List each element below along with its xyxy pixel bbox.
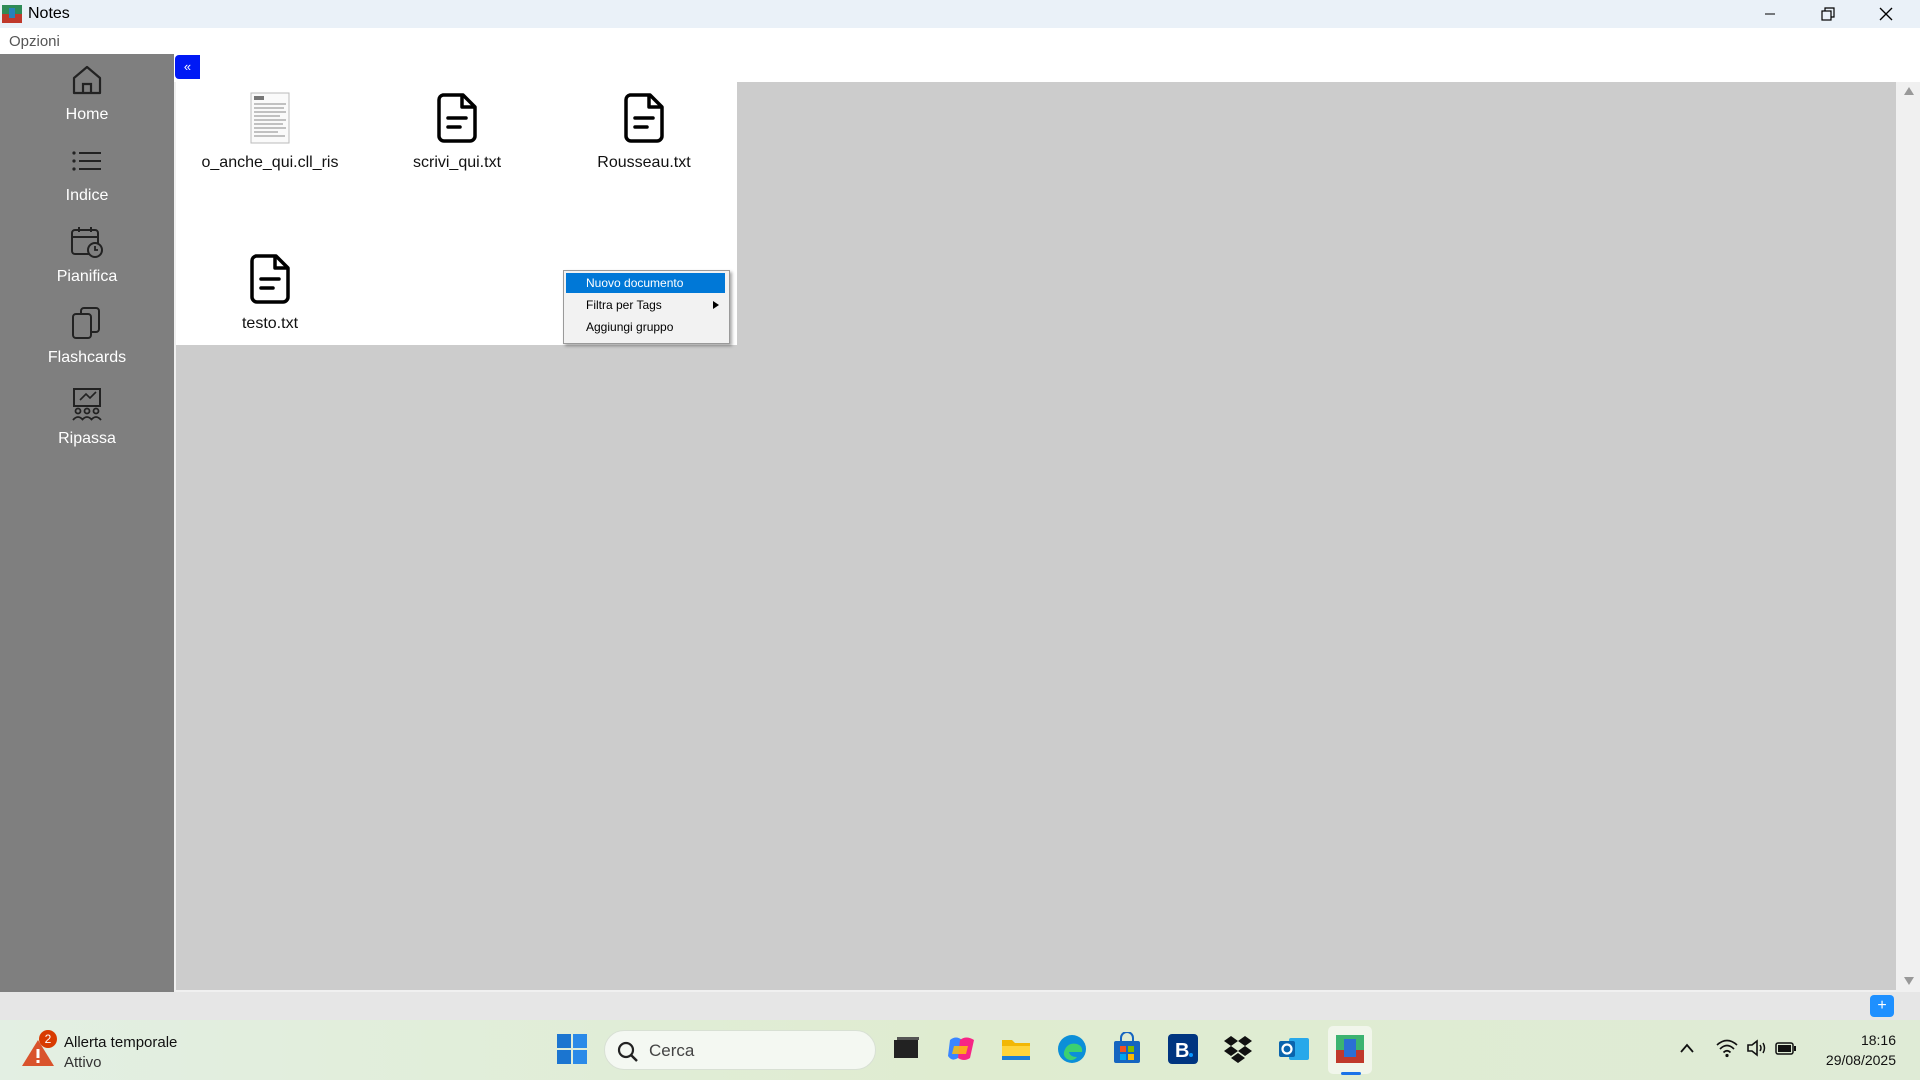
sidebar-item-home[interactable]: Home	[0, 62, 174, 138]
text-file-icon	[250, 254, 290, 304]
file-name: Rousseau.txt	[597, 154, 691, 171]
sidebar-item-label: Pianifica	[56, 268, 118, 285]
system-clock[interactable]: 18:16 29/08/2025	[1812, 1030, 1896, 1070]
taskbar-search[interactable]: Cerca	[604, 1030, 876, 1070]
notification-badge: 2	[39, 1030, 57, 1048]
context-menu-add-group[interactable]: Aggiungi gruppo	[566, 317, 725, 337]
submenu-arrow-icon	[713, 301, 719, 309]
app-logo-icon	[2, 5, 22, 23]
sidebar-item-label: Flashcards	[47, 349, 127, 366]
close-button[interactable]	[1857, 0, 1915, 28]
collapse-sidebar-button[interactable]: «	[175, 55, 200, 79]
weather-title: Allerta temporale	[64, 1034, 178, 1051]
active-app-indicator	[1341, 1072, 1361, 1075]
file-item[interactable]: testo.txt	[180, 253, 360, 333]
file-item[interactable]: Rousseau.txt	[554, 92, 734, 172]
windows-start-icon[interactable]	[555, 1032, 589, 1066]
restore-icon	[1821, 7, 1835, 21]
add-button[interactable]: +	[1870, 995, 1894, 1017]
clock-date: 29/08/2025	[1825, 1052, 1896, 1068]
scroll-up-icon	[1904, 87, 1914, 95]
title-bar: Notes	[0, 0, 1920, 28]
search-icon	[617, 1041, 638, 1062]
sidebar-item-indice[interactable]: Indice	[0, 143, 174, 219]
sidebar-item-label: Home	[65, 106, 109, 123]
file-name: o_anche_qui.cll_ris	[201, 154, 339, 171]
window-title: Notes	[28, 5, 70, 22]
restore-button[interactable]	[1799, 0, 1857, 28]
task-view-icon[interactable]	[889, 1032, 923, 1066]
context-menu: Nuovo documento Filtra per Tags Aggiungi…	[563, 270, 730, 344]
wifi-icon[interactable]	[1716, 1038, 1738, 1058]
search-placeholder: Cerca	[649, 1041, 695, 1060]
clock-time: 18:16	[1860, 1032, 1896, 1048]
svg-text:B: B	[1175, 1040, 1189, 1062]
calendar-clock-icon	[71, 227, 103, 258]
sidebar-item-pianifica[interactable]: Pianifica	[0, 224, 174, 300]
home-icon	[72, 65, 102, 95]
context-menu-new-document[interactable]: Nuovo documento	[566, 273, 725, 293]
edge-browser-icon[interactable]	[1055, 1032, 1089, 1066]
status-strip	[0, 992, 1920, 1020]
weather-status: Attivo	[64, 1054, 102, 1071]
weather-widget[interactable]: 2 Allerta temporale Attivo	[20, 1030, 190, 1074]
file-explorer-icon[interactable]	[999, 1032, 1033, 1066]
minimize-button[interactable]	[1741, 0, 1799, 28]
chevron-up-icon[interactable]	[1679, 1042, 1695, 1054]
sidebar-item-label: Indice	[65, 187, 109, 204]
cards-icon	[72, 307, 100, 339]
file-name: testo.txt	[241, 315, 299, 332]
menu-options[interactable]: Opzioni	[9, 33, 60, 50]
notes-app-icon[interactable]	[1333, 1032, 1367, 1066]
copilot-icon[interactable]	[944, 1032, 978, 1066]
context-menu-filter-tags[interactable]: Filtra per Tags	[566, 295, 725, 315]
outlook-icon[interactable]	[1277, 1032, 1311, 1066]
close-icon	[1879, 7, 1893, 21]
sidebar-item-ripassa[interactable]: Ripassa	[0, 386, 174, 462]
text-file-icon	[437, 93, 477, 143]
file-name: scrivi_qui.txt	[412, 154, 502, 171]
list-icon	[72, 151, 101, 171]
taskbar: 2 Allerta temporale Attivo Cerca B 18:16…	[0, 1020, 1920, 1080]
minimize-icon	[1765, 13, 1775, 15]
microsoft-store-icon[interactable]	[1110, 1032, 1144, 1066]
dropbox-icon[interactable]	[1221, 1032, 1255, 1066]
text-file-icon	[624, 93, 664, 143]
sidebar-item-label: Ripassa	[58, 430, 116, 447]
booking-app-icon[interactable]: B	[1166, 1032, 1200, 1066]
vertical-scrollbar[interactable]	[1896, 82, 1920, 990]
sidebar: Home Indice Pianifica Flashcards Ripassa	[0, 54, 174, 992]
volume-icon[interactable]	[1746, 1038, 1768, 1058]
battery-icon[interactable]	[1775, 1042, 1797, 1055]
document-thumbnail-icon	[250, 92, 290, 144]
path-bar	[174, 54, 1920, 82]
menu-bar: Opzioni	[0, 28, 1920, 54]
scroll-down-icon	[1904, 977, 1914, 985]
file-item[interactable]: scrivi_qui.txt	[367, 92, 547, 172]
presentation-icon	[72, 388, 102, 421]
context-menu-item-label: Filtra per Tags	[586, 298, 662, 312]
sidebar-item-flashcards[interactable]: Flashcards	[0, 305, 174, 381]
file-item[interactable]: o_anche_qui.cll_ris	[180, 92, 360, 172]
